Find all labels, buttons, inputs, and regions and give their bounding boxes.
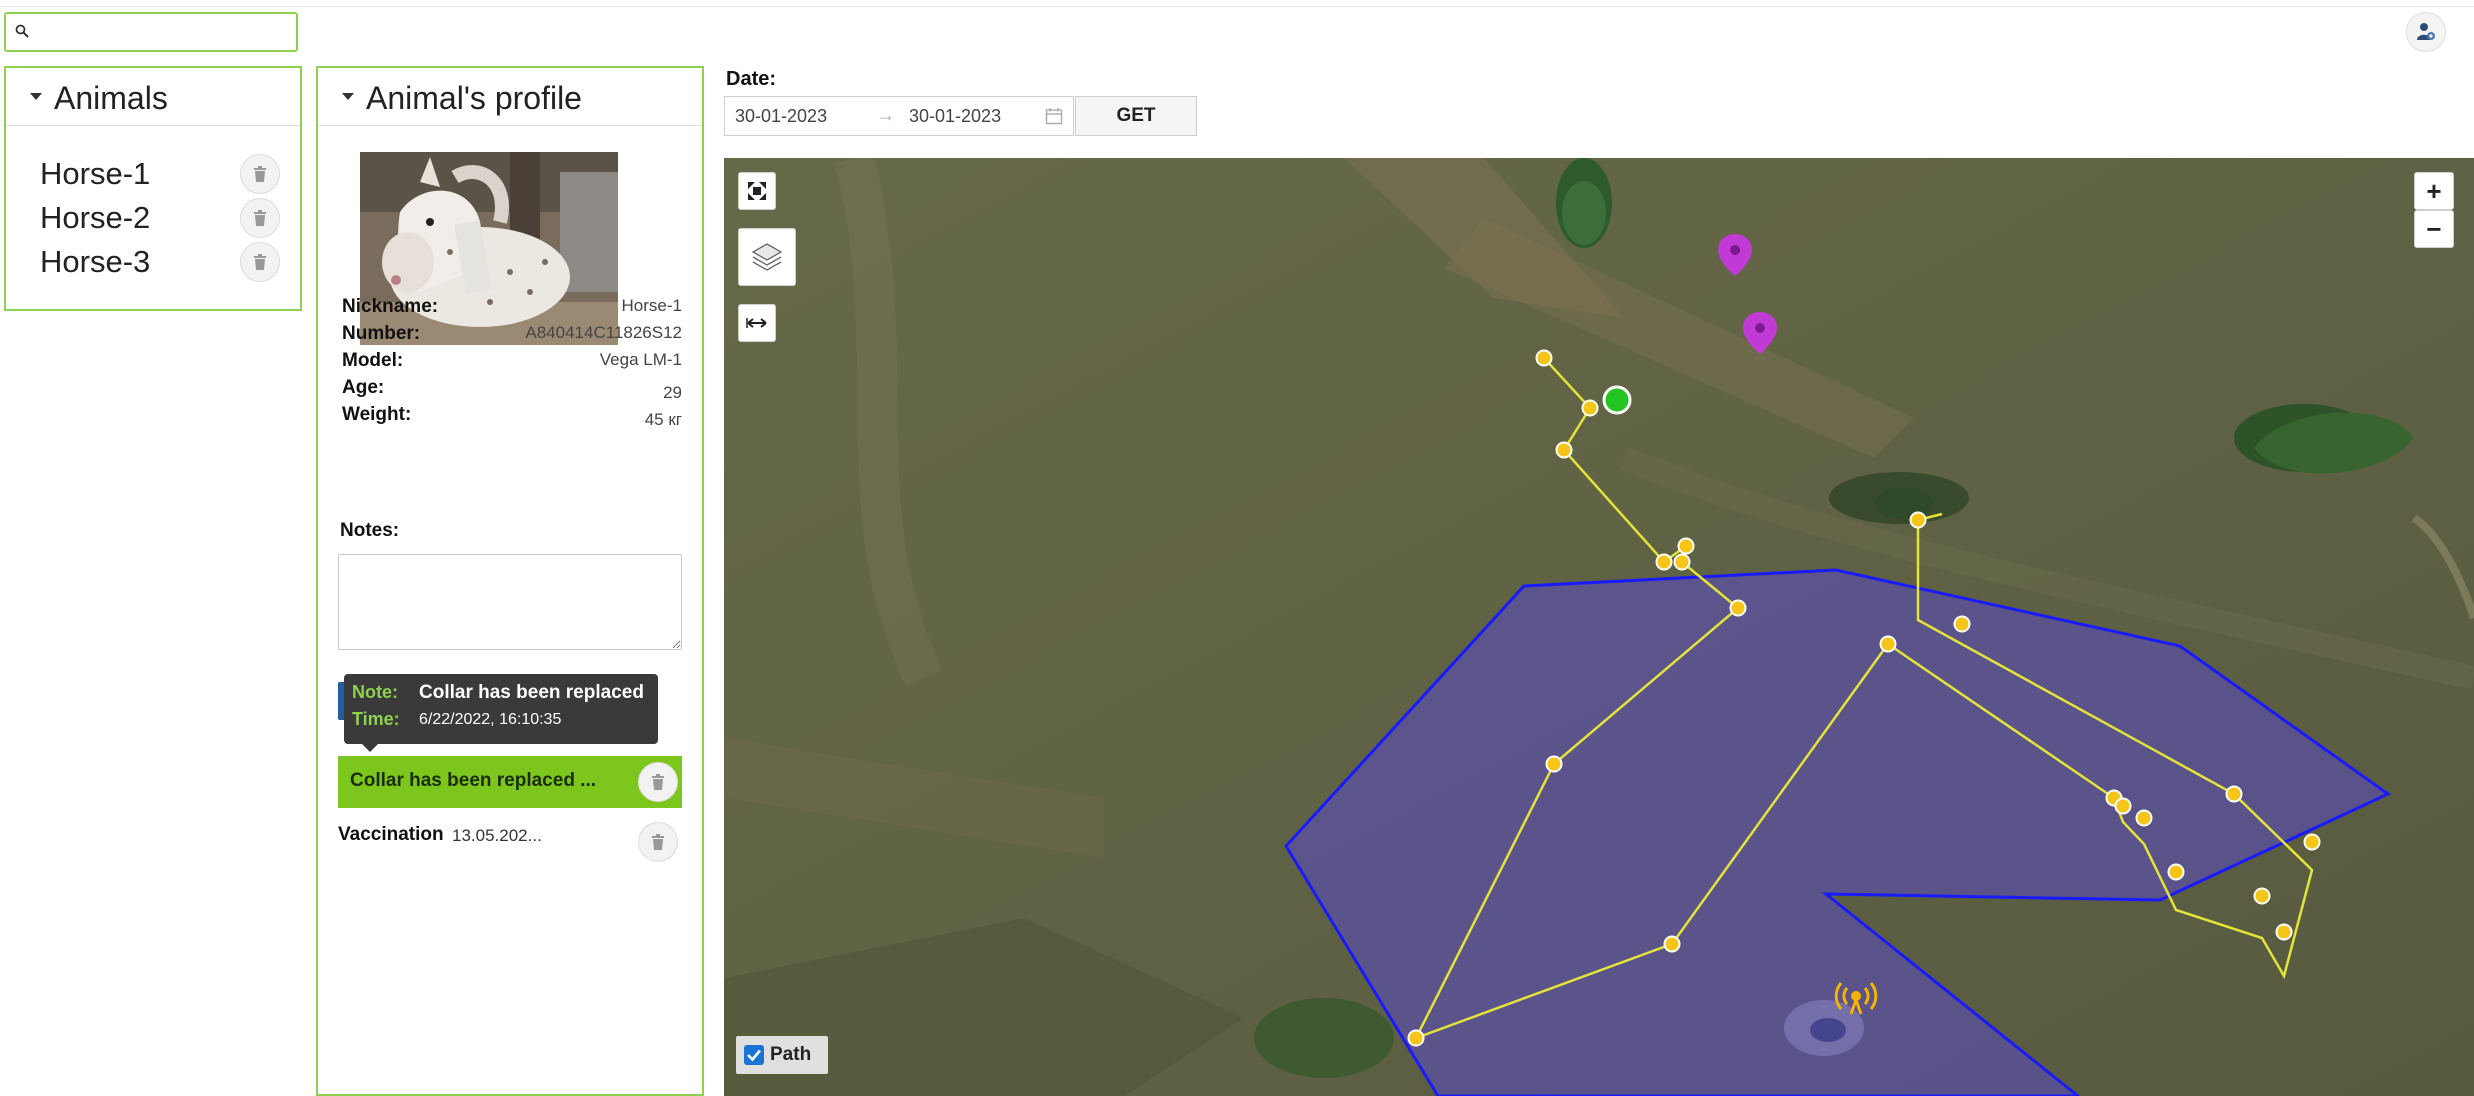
date-range-picker[interactable]: 30-01-2023 → 30-01-2023 (724, 96, 1074, 136)
checkmark-icon (747, 1049, 761, 1062)
radio-tower-icon (1834, 982, 1878, 1015)
info-row-weight: Weight: 45 кг (342, 404, 682, 430)
top-divider (0, 6, 2474, 7)
date-label: Date: (726, 68, 777, 90)
info-value: 29 (663, 383, 682, 402)
map-pin-icon (1743, 312, 1777, 354)
note-title: Collar has been replaced ... (350, 770, 597, 791)
profile-panel-header[interactable]: Animal's profile (318, 68, 702, 126)
search-input[interactable] (36, 18, 290, 48)
fullscreen-button[interactable] (738, 172, 776, 210)
notes-label: Notes: (340, 520, 400, 541)
layers-button[interactable] (738, 228, 796, 286)
info-row-number: Number: A840414C11826S12 (342, 323, 682, 349)
animal-name: Horse-2 (40, 200, 151, 235)
map-pin-icon (1718, 234, 1752, 276)
note-title: Vaccination (338, 824, 444, 845)
delete-note-button[interactable] (638, 822, 678, 862)
note-date: 13.05.202... (452, 826, 542, 845)
note-tooltip: Note: Collar has been replaced Time: 6/2… (344, 674, 658, 752)
tooltip-arrow (362, 744, 378, 752)
info-value: Horse-1 (621, 296, 682, 315)
info-label: Model: (342, 350, 404, 371)
path-toggle[interactable]: Path (736, 1036, 828, 1074)
info-label: Nickname: (342, 296, 439, 317)
delete-animal-button[interactable] (240, 154, 280, 194)
tooltip-note-key: Note: (352, 682, 398, 702)
note-item-selected[interactable]: Collar has been replaced ... (338, 756, 682, 808)
date-start-input[interactable]: 30-01-2023 (735, 106, 827, 127)
trash-icon (254, 210, 266, 226)
trash-icon (254, 254, 266, 270)
measure-button[interactable] (738, 304, 776, 342)
user-settings-button[interactable] (2406, 12, 2446, 52)
layers-icon (751, 243, 783, 271)
path-label: Path (770, 1044, 812, 1065)
info-row-nickname: Nickname: Horse-1 (342, 296, 682, 322)
delete-note-button[interactable] (638, 762, 678, 802)
animals-panel-title: Animals (54, 80, 168, 116)
zoom-out-button[interactable]: − (2414, 210, 2454, 248)
fullscreen-icon (748, 182, 766, 200)
info-value: A840414C11826S12 (525, 323, 682, 342)
search-icon (15, 24, 29, 38)
tooltip-time-value: 6/22/2022, 16:10:35 (419, 711, 562, 728)
user-settings-icon (2417, 23, 2435, 40)
search-field[interactable] (4, 12, 298, 52)
info-row-model: Model: Vega LM-1 (342, 350, 682, 376)
animal-list-item[interactable]: Horse-1 (40, 154, 290, 194)
caret-down-icon (30, 93, 42, 100)
info-value: Vega LM-1 (599, 350, 682, 369)
animal-name: Horse-1 (40, 156, 151, 191)
animals-panel-header[interactable]: Animals (6, 68, 300, 126)
info-label: Age: (342, 377, 385, 398)
animal-list-item[interactable]: Horse-3 (40, 242, 290, 282)
trash-icon (652, 774, 664, 790)
path-checkbox[interactable] (744, 1045, 764, 1065)
info-label: Number: (342, 323, 421, 344)
trash-icon (652, 834, 664, 850)
date-end-input[interactable]: 30-01-2023 (909, 106, 1001, 127)
animals-panel: Animals Horse-1 Horse-2 Horse-3 (4, 66, 302, 311)
zoom-in-button[interactable]: + (2414, 172, 2454, 210)
info-label: Weight: (342, 404, 412, 425)
markers-layer (1718, 234, 1878, 1015)
animal-list-item[interactable]: Horse-2 (40, 198, 290, 238)
notes-textarea[interactable] (338, 554, 682, 650)
tooltip-note-value: Collar has been replaced (419, 682, 644, 703)
caret-down-icon (342, 93, 354, 100)
date-range-separator: → (877, 105, 895, 125)
info-value: 45 кг (644, 410, 682, 429)
measure-icon (746, 318, 767, 328)
note-item[interactable]: Vaccination 13.05.202... (338, 820, 682, 862)
animal-name: Horse-3 (40, 244, 151, 279)
calendar-icon (1045, 108, 1063, 125)
get-button[interactable]: GET (1075, 96, 1197, 136)
info-row-age: Age: 29 (342, 377, 682, 403)
tooltip-time-key: Time: (352, 709, 400, 729)
profile-panel-title: Animal's profile (366, 80, 582, 116)
animal-profile-panel: Animal's profile Nickname: Horse-1 Numbe… (316, 66, 704, 1096)
trash-icon (254, 166, 266, 182)
delete-animal-button[interactable] (240, 198, 280, 238)
delete-animal-button[interactable] (240, 242, 280, 282)
satellite-map[interactable]: + − Path (724, 158, 2474, 1096)
